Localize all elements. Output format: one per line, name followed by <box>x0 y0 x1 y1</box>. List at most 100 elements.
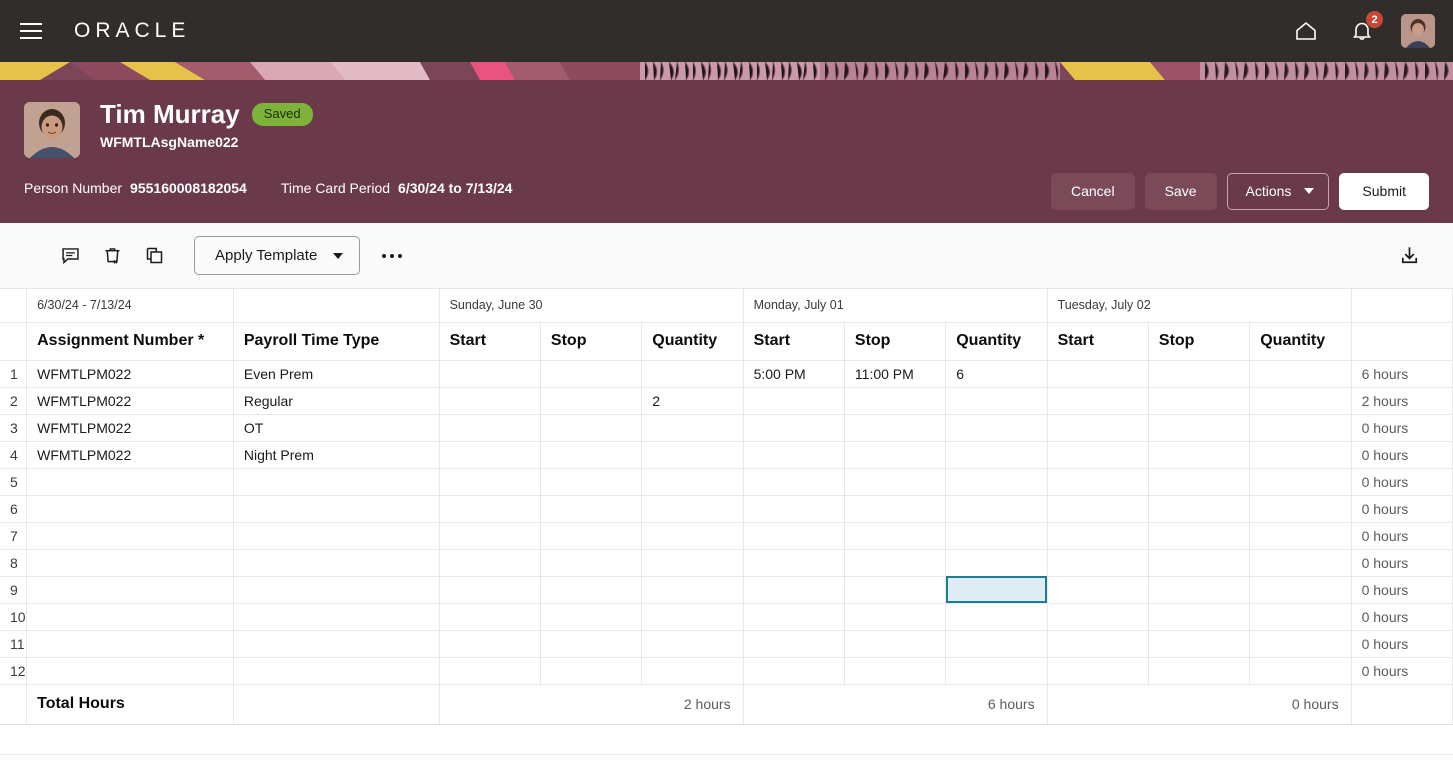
cell-tue-stop[interactable] <box>1148 522 1251 550</box>
cell-tue-stop[interactable] <box>1148 576 1251 604</box>
cell-payroll-time-type[interactable] <box>233 576 440 604</box>
cell-tue-stop[interactable] <box>1148 414 1251 442</box>
cell-mon-quantity[interactable] <box>945 603 1048 631</box>
cell-tue-start[interactable] <box>1047 495 1149 523</box>
cell-mon-start[interactable] <box>743 549 845 577</box>
cell-sun-start[interactable] <box>439 441 541 469</box>
table-row[interactable]: 10 0 hours <box>0 603 1453 631</box>
cell-tue-quantity[interactable] <box>1249 657 1352 685</box>
cell-tue-stop[interactable] <box>1148 549 1251 577</box>
cell-tue-start[interactable] <box>1047 360 1149 388</box>
cell-assignment-number[interactable] <box>26 603 234 631</box>
cell-mon-quantity[interactable] <box>945 657 1048 685</box>
cell-sun-quantity[interactable] <box>641 468 744 496</box>
cell-mon-quantity[interactable] <box>945 495 1048 523</box>
cancel-button[interactable]: Cancel <box>1050 173 1135 210</box>
home-icon[interactable] <box>1289 14 1323 48</box>
cell-sun-quantity[interactable] <box>641 414 744 442</box>
table-row[interactable]: 2 WFMTLPM022 Regular 2 2 hours <box>0 387 1453 415</box>
cell-tue-quantity[interactable] <box>1249 603 1352 631</box>
cell-assignment-number[interactable] <box>26 495 234 523</box>
cell-tue-quantity[interactable] <box>1249 468 1352 496</box>
cell-sun-stop[interactable] <box>540 414 643 442</box>
cell-mon-start[interactable] <box>743 522 845 550</box>
cell-mon-quantity[interactable] <box>945 549 1048 577</box>
cell-sun-stop[interactable] <box>540 630 643 658</box>
cell-tue-start[interactable] <box>1047 657 1149 685</box>
download-icon[interactable] <box>1389 236 1429 276</box>
cell-mon-start[interactable]: 5:00 PM <box>743 360 845 388</box>
cell-sun-start[interactable] <box>439 522 541 550</box>
cell-tue-quantity[interactable] <box>1249 495 1352 523</box>
cell-tue-stop[interactable] <box>1148 495 1251 523</box>
cell-sun-quantity[interactable] <box>641 360 744 388</box>
table-row[interactable]: 6 0 hours <box>0 495 1453 523</box>
cell-mon-stop[interactable] <box>844 414 947 442</box>
cell-mon-start[interactable] <box>743 603 845 631</box>
cell-tue-stop[interactable] <box>1148 630 1251 658</box>
cell-sun-quantity[interactable] <box>641 441 744 469</box>
cell-payroll-time-type[interactable]: OT <box>233 414 440 442</box>
user-avatar-nav[interactable] <box>1401 14 1435 48</box>
cell-tue-quantity[interactable] <box>1249 549 1352 577</box>
table-row[interactable]: 1 WFMTLPM022 Even Prem 5:00 PM 11:00 PM 6 6 ho… <box>0 360 1453 388</box>
cell-tue-stop[interactable] <box>1148 468 1251 496</box>
cell-mon-stop[interactable] <box>844 468 947 496</box>
actions-menu-button[interactable]: Actions <box>1226 173 1330 210</box>
cell-sun-quantity[interactable] <box>641 495 744 523</box>
cell-mon-quantity[interactable] <box>945 441 1048 469</box>
cell-mon-stop[interactable] <box>844 576 947 604</box>
cell-tue-start[interactable] <box>1047 603 1149 631</box>
cell-assignment-number[interactable] <box>26 549 234 577</box>
cell-sun-start[interactable] <box>439 630 541 658</box>
cell-sun-quantity[interactable] <box>641 522 744 550</box>
cell-assignment-number[interactable]: WFMTLPM022 <box>26 414 234 442</box>
cell-assignment-number[interactable] <box>26 576 234 604</box>
cell-sun-start[interactable] <box>439 576 541 604</box>
cell-mon-quantity[interactable] <box>945 414 1048 442</box>
cell-mon-start[interactable] <box>743 495 845 523</box>
cell-sun-quantity[interactable] <box>641 576 744 604</box>
cell-tue-start[interactable] <box>1047 387 1149 415</box>
cell-mon-stop[interactable] <box>844 495 947 523</box>
cell-tue-stop[interactable] <box>1148 360 1251 388</box>
delete-row-icon[interactable] <box>92 236 132 276</box>
cell-sun-stop[interactable] <box>540 549 643 577</box>
cell-tue-quantity[interactable] <box>1249 414 1352 442</box>
table-row[interactable]: 7 0 hours <box>0 522 1453 550</box>
cell-payroll-time-type[interactable] <box>233 603 440 631</box>
cell-tue-start[interactable] <box>1047 576 1149 604</box>
cell-mon-start[interactable] <box>743 468 845 496</box>
cell-sun-stop[interactable] <box>540 495 643 523</box>
cell-mon-quantity[interactable] <box>945 630 1048 658</box>
cell-sun-stop[interactable] <box>540 522 643 550</box>
cell-tue-start[interactable] <box>1047 414 1149 442</box>
cell-mon-quantity[interactable]: 6 <box>945 360 1048 388</box>
table-row[interactable]: 12 0 hours <box>0 657 1453 685</box>
cell-sun-start[interactable] <box>439 360 541 388</box>
table-row[interactable]: 5 0 hours <box>0 468 1453 496</box>
more-actions-button[interactable] <box>374 246 410 266</box>
cell-sun-start[interactable] <box>439 657 541 685</box>
comment-icon[interactable] <box>50 236 90 276</box>
cell-assignment-number[interactable]: WFMTLPM022 <box>26 387 234 415</box>
cell-sun-quantity[interactable] <box>641 630 744 658</box>
cell-sun-stop[interactable] <box>540 576 643 604</box>
cell-mon-stop[interactable]: 11:00 PM <box>844 360 947 388</box>
cell-mon-quantity[interactable] <box>945 576 1048 604</box>
cell-sun-start[interactable] <box>439 549 541 577</box>
cell-tue-stop[interactable] <box>1148 603 1251 631</box>
cell-payroll-time-type[interactable] <box>233 468 440 496</box>
cell-sun-start[interactable] <box>439 387 541 415</box>
cell-mon-stop[interactable] <box>844 657 947 685</box>
cell-tue-quantity[interactable] <box>1249 630 1352 658</box>
cell-tue-quantity[interactable] <box>1249 387 1352 415</box>
table-row[interactable]: 8 0 hours <box>0 549 1453 577</box>
cell-assignment-number[interactable]: WFMTLPM022 <box>26 441 234 469</box>
cell-payroll-time-type[interactable]: Night Prem <box>233 441 440 469</box>
cell-payroll-time-type[interactable] <box>233 549 440 577</box>
cell-tue-start[interactable] <box>1047 549 1149 577</box>
cell-sun-start[interactable] <box>439 468 541 496</box>
cell-sun-quantity[interactable] <box>641 657 744 685</box>
cell-sun-stop[interactable] <box>540 387 643 415</box>
